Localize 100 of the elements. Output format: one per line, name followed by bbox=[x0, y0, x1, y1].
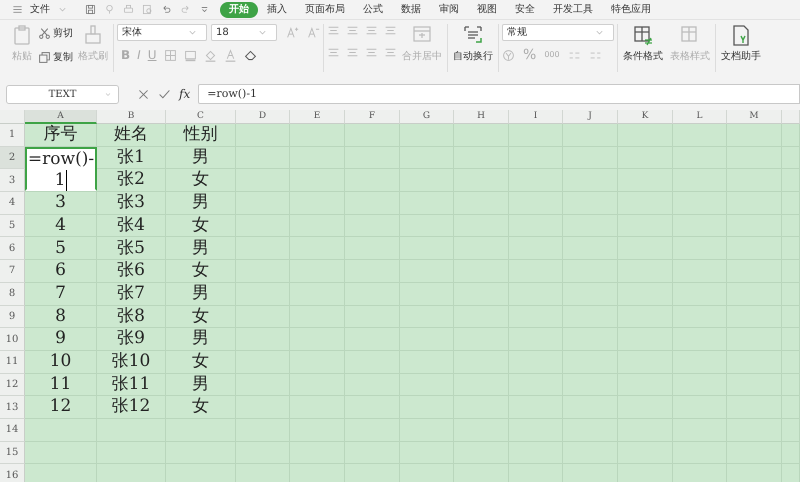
ribbon-tab[interactable]: 公式 bbox=[354, 2, 392, 18]
preview-icon[interactable] bbox=[142, 4, 153, 15]
copy-icon bbox=[38, 50, 51, 64]
font-color-icon[interactable] bbox=[224, 48, 236, 62]
row-header[interactable]: 3 bbox=[0, 169, 25, 192]
column-header[interactable]: L bbox=[673, 110, 727, 124]
column-header[interactable]: E bbox=[290, 110, 345, 124]
fill-color-icon[interactable] bbox=[184, 48, 196, 62]
row-header[interactable]: 6 bbox=[0, 237, 25, 260]
print-icon[interactable] bbox=[123, 4, 134, 15]
align-icon[interactable] bbox=[365, 24, 378, 37]
select-all-corner[interactable] bbox=[0, 110, 25, 124]
redo-icon[interactable] bbox=[180, 4, 191, 15]
column-header[interactable]: J bbox=[563, 110, 618, 124]
file-menu[interactable]: 文件 bbox=[6, 2, 81, 18]
wrap-text-button[interactable]: 自动换行 bbox=[451, 24, 495, 64]
align-icon[interactable] bbox=[384, 24, 397, 37]
row-header[interactable]: 15 bbox=[0, 442, 25, 464]
column-header[interactable]: D bbox=[236, 110, 290, 124]
cancel-icon[interactable] bbox=[137, 88, 150, 100]
ribbon-tab[interactable]: 视图 bbox=[468, 2, 506, 18]
align-icon[interactable] bbox=[346, 24, 359, 37]
empty-cell bbox=[618, 124, 673, 147]
check-icon[interactable] bbox=[158, 88, 171, 100]
table-cell: 张3 bbox=[97, 192, 166, 215]
column-header[interactable] bbox=[782, 110, 800, 124]
table-cell: 11 bbox=[25, 374, 97, 396]
table-cell: 男 bbox=[166, 237, 236, 260]
cell-editor[interactable]: =row()- 1 bbox=[25, 146, 97, 191]
row-header[interactable]: 13 bbox=[0, 396, 25, 419]
ribbon-tab[interactable]: 特色应用 bbox=[602, 2, 660, 18]
table-cell: 姓名 bbox=[97, 124, 166, 147]
row-header[interactable]: 14 bbox=[0, 418, 25, 442]
ribbon-tab[interactable]: 数据 bbox=[392, 2, 430, 18]
column-header[interactable]: I bbox=[509, 110, 563, 124]
column-header[interactable]: K bbox=[618, 110, 673, 124]
borders-icon[interactable] bbox=[164, 48, 176, 62]
menu-icon[interactable] bbox=[12, 4, 23, 15]
ribbon-tab[interactable]: 安全 bbox=[506, 2, 544, 18]
currency-icon[interactable] bbox=[502, 48, 515, 62]
row-header[interactable]: 2 bbox=[0, 146, 25, 170]
number-format-field[interactable]: 常规 bbox=[502, 24, 614, 41]
bucket-icon[interactable] bbox=[204, 48, 216, 62]
ribbon-tab[interactable]: 审阅 bbox=[430, 2, 468, 18]
column-header[interactable]: G bbox=[400, 110, 454, 124]
row-header[interactable]: 16 bbox=[0, 464, 25, 482]
table-cell: 女 bbox=[166, 306, 236, 328]
column-header[interactable]: F bbox=[345, 110, 400, 124]
table-cell: 张12 bbox=[97, 396, 166, 419]
ribbon-tab[interactable]: 插入 bbox=[258, 2, 296, 18]
row-header[interactable]: 7 bbox=[0, 260, 25, 283]
empty-cell bbox=[400, 124, 454, 147]
ribbon-tab[interactable]: 开发工具 bbox=[544, 2, 602, 18]
table-cell: 张7 bbox=[97, 282, 166, 306]
table-cell: 性别 bbox=[166, 124, 236, 147]
align-icon[interactable] bbox=[327, 46, 340, 59]
row-header[interactable]: 8 bbox=[0, 282, 25, 306]
empty-cell bbox=[563, 124, 618, 147]
copy-button[interactable]: 复制 bbox=[38, 48, 73, 66]
eraser-icon[interactable] bbox=[244, 48, 256, 62]
document-assistant-button[interactable]: 文档助手 bbox=[719, 24, 763, 64]
table-cell: 6 bbox=[25, 260, 97, 283]
ribbon-tab[interactable]: 页面布局 bbox=[296, 2, 354, 18]
column-header[interactable]: H bbox=[454, 110, 509, 124]
function-label[interactable]: fx bbox=[179, 85, 190, 103]
table-cell: 女 bbox=[166, 350, 236, 374]
save-icon[interactable] bbox=[85, 4, 96, 15]
row-header[interactable]: 5 bbox=[0, 214, 25, 238]
row-header[interactable]: 10 bbox=[0, 328, 25, 351]
align-icon[interactable] bbox=[384, 46, 397, 59]
increase-font-icon[interactable] bbox=[286, 26, 299, 39]
cut-button[interactable]: 剪切 bbox=[38, 24, 73, 42]
wrap-text-icon bbox=[462, 24, 484, 46]
table-cell: 女 bbox=[166, 396, 236, 419]
row-header[interactable]: 1 bbox=[0, 124, 25, 147]
font-name-field[interactable]: 宋体 bbox=[117, 24, 207, 41]
table-cell: 女 bbox=[166, 260, 236, 283]
align-icon[interactable] bbox=[346, 46, 359, 59]
name-box[interactable]: TEXT bbox=[6, 84, 119, 104]
formula-field[interactable]: =row()-1 bbox=[198, 84, 800, 104]
table-cell: 8 bbox=[25, 306, 97, 328]
table-cell: 7 bbox=[25, 282, 97, 306]
table-cell: 9 bbox=[25, 328, 97, 351]
row-header[interactable]: 11 bbox=[0, 350, 25, 374]
column-header[interactable]: M bbox=[727, 110, 782, 124]
align-icon[interactable] bbox=[365, 46, 378, 59]
conditional-format-button[interactable]: 条件格式 bbox=[621, 24, 665, 64]
column-header[interactable]: B bbox=[97, 110, 166, 124]
row-header[interactable]: 4 bbox=[0, 192, 25, 215]
dropdown-icon[interactable] bbox=[199, 4, 210, 15]
table-cell: 男 bbox=[166, 146, 236, 170]
row-header[interactable]: 9 bbox=[0, 306, 25, 328]
table-cell: 男 bbox=[166, 192, 236, 215]
column-header[interactable]: A bbox=[25, 110, 97, 124]
decrease-font-icon[interactable] bbox=[307, 26, 320, 39]
font-size-field[interactable]: 18 bbox=[211, 24, 277, 41]
column-header[interactable]: C bbox=[166, 110, 236, 124]
row-header[interactable]: 12 bbox=[0, 374, 25, 396]
undo-icon[interactable] bbox=[161, 4, 172, 15]
align-icon[interactable] bbox=[327, 24, 340, 37]
